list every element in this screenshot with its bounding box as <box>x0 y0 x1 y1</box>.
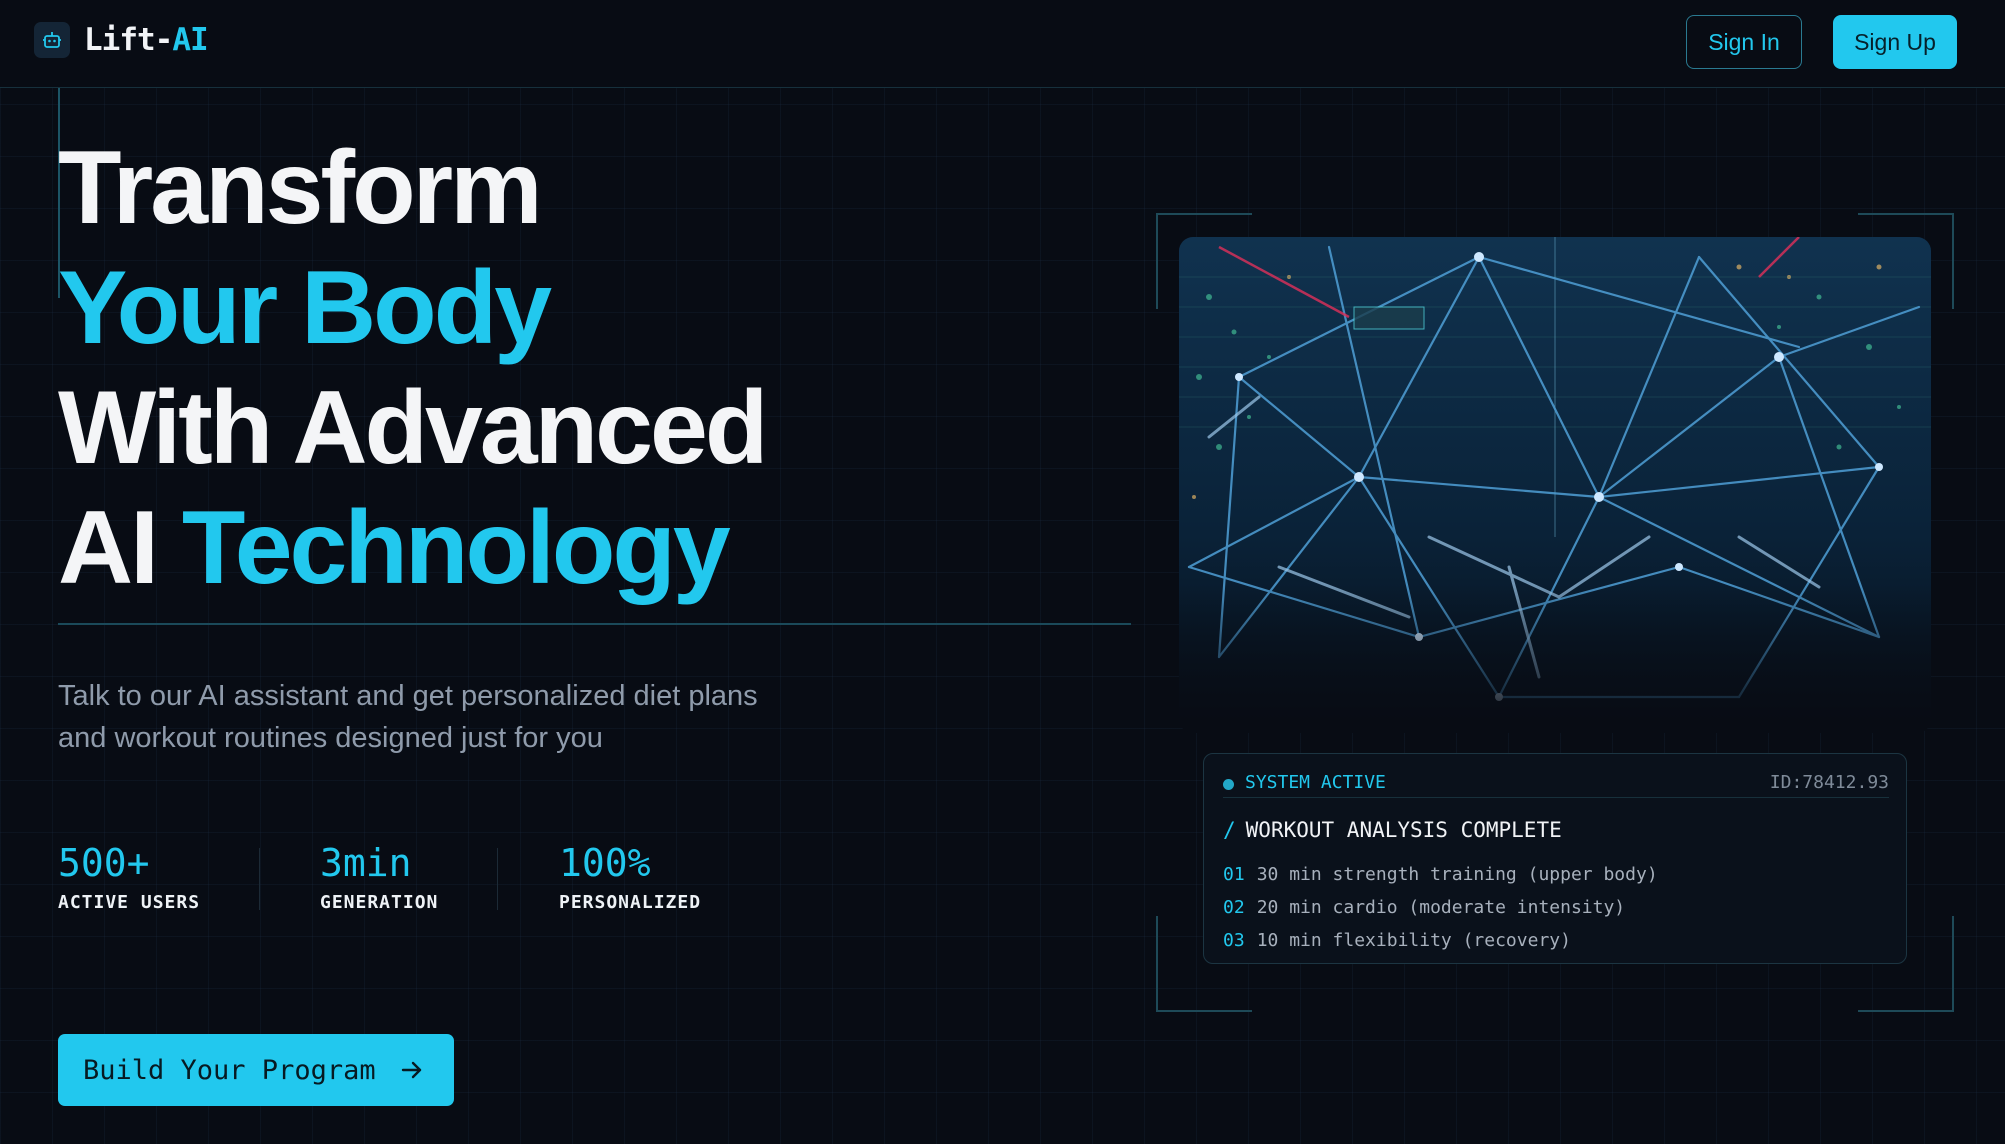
arrow-right-icon <box>400 1058 424 1082</box>
session-id: ID:78412.93 <box>1769 772 1889 793</box>
stat-personalized: 100% PERSONALIZED <box>559 842 701 913</box>
list-item: 02 20 min cardio (moderate intensity) <box>1223 891 1658 924</box>
stat-divider <box>259 848 260 910</box>
headline-line-1: Transform <box>58 130 543 246</box>
robot-icon <box>34 22 70 58</box>
workout-list: 01 30 min strength training (upper body) … <box>1223 858 1658 957</box>
sign-in-button[interactable]: Sign In <box>1686 15 1802 69</box>
slash-icon: / <box>1223 818 1236 842</box>
item-number: 03 <box>1223 930 1245 951</box>
headline-line-3: With Advanced <box>58 370 768 486</box>
stat-value: 500+ <box>58 841 150 885</box>
stat-label: PERSONALIZED <box>559 892 702 913</box>
item-text: 20 min cardio (moderate intensity) <box>1256 897 1626 918</box>
headline-ai-word: AI <box>58 490 159 606</box>
brand-name: Lift-AI <box>84 22 209 58</box>
brand-name-suffix: AI <box>172 22 208 58</box>
stat-divider <box>497 848 498 910</box>
network-illustration <box>1179 237 1931 733</box>
card-header: SYSTEM ACTIVE ID:78412.93 <box>1223 772 1889 798</box>
stat-label: GENERATION <box>320 892 439 913</box>
hero-headline: Transform Your Body With Advanced AI Tec… <box>58 128 1018 608</box>
stat-active-users: 500+ ACTIVE USERS <box>58 842 200 913</box>
top-navbar: Lift-AI Sign In Sign Up <box>0 0 2005 88</box>
logo[interactable]: Lift-AI <box>34 22 209 58</box>
build-program-label: Build Your Program <box>83 1054 376 1086</box>
stat-value: 3min <box>320 841 412 885</box>
list-item: 03 10 min flexibility (recovery) <box>1223 924 1658 957</box>
headline-line-4: AI Technology <box>58 488 1018 608</box>
stat-label: ACTIVE USERS <box>58 892 201 913</box>
workout-analysis-card: SYSTEM ACTIVE ID:78412.93 / WORKOUT ANALY… <box>1203 753 1907 964</box>
sign-up-button[interactable]: Sign Up <box>1833 15 1957 69</box>
stat-value: 100% <box>559 841 651 885</box>
status-dot-icon <box>1223 779 1234 790</box>
headline-line-2: Your Body <box>58 250 552 366</box>
build-program-button[interactable]: Build Your Program <box>58 1034 454 1106</box>
card-title-text: WORKOUT ANALYSIS COMPLETE <box>1245 818 1562 842</box>
item-text: 30 min strength training (upper body) <box>1256 864 1658 885</box>
item-text: 10 min flexibility (recovery) <box>1256 930 1571 951</box>
item-number: 02 <box>1223 897 1245 918</box>
ai-network-image <box>1179 237 1931 733</box>
stat-generation: 3min GENERATION <box>320 842 438 913</box>
headline-technology-word: Technology <box>181 490 731 606</box>
brand-name-prefix: Lift- <box>84 22 173 58</box>
card-title: / WORKOUT ANALYSIS COMPLETE <box>1223 818 1562 842</box>
item-number: 01 <box>1223 864 1245 885</box>
hero-subtitle: Talk to our AI assistant and get persona… <box>58 680 758 754</box>
list-item: 01 30 min strength training (upper body) <box>1223 858 1658 891</box>
hero-divider <box>58 623 1131 625</box>
system-status: SYSTEM ACTIVE <box>1245 772 1386 793</box>
